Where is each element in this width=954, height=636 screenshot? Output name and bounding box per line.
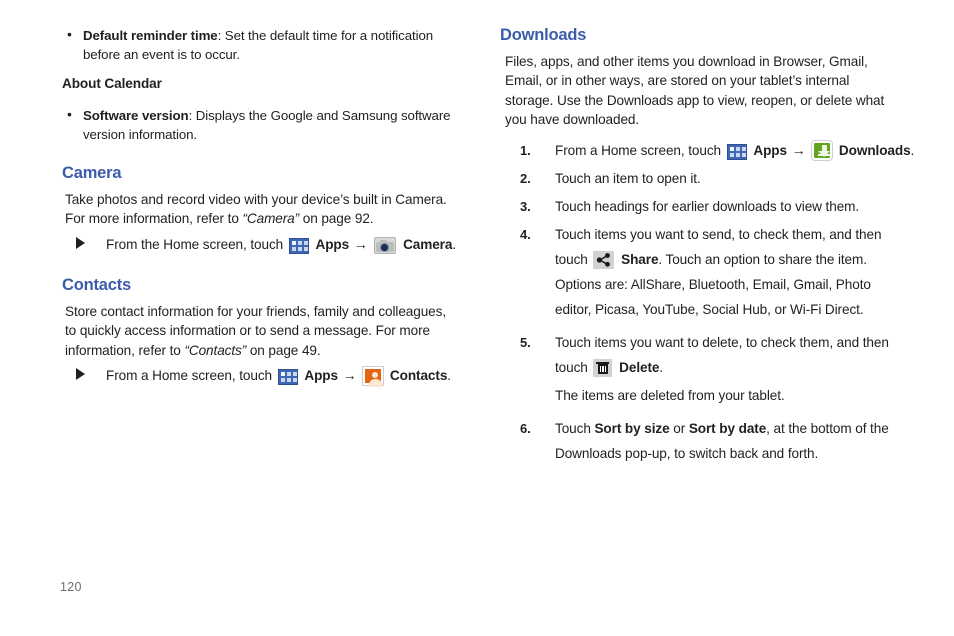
camera-step-period: .	[452, 236, 457, 252]
camera-paragraph-line2-post: on page 92.	[299, 211, 374, 227]
step-line2: Downloads pop-up, to switch back and for…	[555, 445, 819, 461]
arrow-glyph: →	[791, 141, 806, 158]
contacts-step-text: From a Home screen, touch	[106, 368, 272, 384]
contacts-paragraph-line3-post: on page 49.	[246, 342, 321, 358]
downloads-intro-line1: Files, apps, and other items you downloa…	[505, 53, 868, 69]
camera-step-text: From the Home screen, touch	[106, 236, 284, 252]
bullet-term: Default reminder time	[83, 28, 218, 43]
camera-step: From the Home screen, touch Apps → Camer…	[62, 234, 466, 255]
about-calendar-heading: About Calendar	[62, 76, 162, 91]
section-heading-downloads: Downloads	[500, 26, 587, 44]
sort-by-date-label: Sort by date	[688, 420, 767, 436]
delete-trash-icon[interactable]	[593, 358, 613, 377]
step-text: From a Home screen, touch	[555, 142, 721, 158]
downloads-step-2: 2. Touch an item to open it.	[500, 166, 920, 191]
contacts-paragraph-line1: Store contact information for your frien…	[65, 303, 447, 319]
step-number: 2.	[520, 170, 531, 186]
step-line1: Touch items you want to send, to check t…	[555, 226, 882, 242]
page-number: 120	[60, 580, 82, 594]
step-line1-post: , at the bottom of the	[766, 420, 889, 436]
triangle-bullet-icon	[76, 368, 85, 381]
apps-label: Apps	[753, 142, 787, 158]
arrow-glyph: →	[342, 367, 357, 384]
downloads-intro-line3: storage. Use the Downloads app to view, …	[505, 92, 885, 108]
camera-paragraph-line2-pre: For more information, refer to	[65, 211, 243, 227]
downloads-app-icon[interactable]	[811, 139, 834, 161]
sort-by-size-label: Sort by size	[594, 420, 670, 436]
step-text: Touch headings for earlier downloads to …	[555, 198, 860, 214]
step-number: 6.	[520, 420, 531, 436]
contacts-paragraph: Store contact information for your frien…	[65, 302, 466, 361]
apps-grid-icon[interactable]	[726, 143, 747, 160]
left-column: Default reminder time: Set the default t…	[62, 25, 466, 387]
share-icon[interactable]	[593, 250, 615, 269]
contacts-step-period: .	[447, 368, 451, 384]
step-line2-post: .	[659, 359, 664, 375]
apps-label: Apps	[304, 368, 338, 384]
step-line2-pre: touch	[555, 359, 588, 375]
camera-app-icon[interactable]	[374, 236, 397, 254]
apps-label: Apps	[315, 236, 350, 252]
section-heading-contacts: Contacts	[62, 275, 131, 294]
step-number: 3.	[520, 198, 531, 214]
downloads-app-label: Downloads	[838, 142, 911, 158]
camera-app-label: Camera	[403, 236, 453, 252]
camera-paragraph-line1: Take photos and record video with your d…	[65, 191, 447, 207]
downloads-intro-line4: you have downloaded.	[505, 112, 640, 128]
contacts-app-label: Contacts	[389, 368, 448, 384]
step-line4: editor, Picasa, YouTube, Social Hub, or …	[555, 301, 864, 317]
downloads-intro-line2: Email, or in other ways, are stored on y…	[505, 73, 850, 89]
downloads-step-5: 5. Touch items you want to delete, to ch…	[500, 330, 920, 380]
arrow-glyph: →	[353, 235, 368, 252]
downloads-step-4: 4. Touch items you want to send, to chec…	[500, 222, 920, 322]
downloads-step-1: 1. From a Home screen, touch Apps → Down…	[500, 138, 920, 163]
bullet-software-version: Software version: Displays the Google an…	[62, 105, 466, 144]
step-number: 1.	[520, 142, 531, 158]
downloads-step-3: 3. Touch headings for earlier downloads …	[500, 194, 920, 219]
step-line3: Options are: AllShare, Bluetooth, Email,…	[555, 276, 871, 292]
downloads-intro: Files, apps, and other items you downloa…	[505, 52, 920, 130]
step-line1-pre: Touch	[555, 420, 595, 436]
step-line1-mid: or	[669, 420, 689, 436]
apps-grid-icon[interactable]	[288, 237, 309, 254]
step-number: 4.	[520, 226, 531, 242]
camera-paragraph: Take photos and record video with your d…	[65, 190, 466, 229]
camera-reference: “Camera”	[242, 211, 300, 227]
step-line2-post: . Touch an option to share the item.	[658, 251, 867, 267]
apps-grid-icon[interactable]	[277, 369, 298, 386]
contacts-paragraph-line3-pre: information, refer to	[65, 342, 185, 358]
step-line1: Touch items you want to delete, to check…	[555, 334, 889, 350]
step-period: .	[910, 142, 915, 158]
manual-page: Default reminder time: Set the default t…	[0, 0, 954, 636]
contacts-reference: “Contacts”	[184, 342, 247, 358]
triangle-bullet-icon	[76, 236, 85, 249]
step-text: Touch an item to open it.	[555, 170, 701, 186]
contacts-step: From a Home screen, touch Apps → Contact…	[62, 365, 466, 387]
section-heading-camera: Camera	[62, 164, 122, 182]
share-label: Share	[621, 251, 659, 267]
contacts-app-icon[interactable]	[362, 366, 385, 387]
downloads-step-5-note: The items are deleted from your tablet.	[555, 387, 785, 403]
downloads-step-6: 6. Touch Sort by size or Sort by date, a…	[500, 416, 920, 466]
share-glyph	[597, 253, 611, 267]
contacts-paragraph-line2: to quickly access information or to send…	[65, 323, 430, 339]
step-line2-pre: touch	[555, 251, 588, 267]
right-column: Downloads Files, apps, and other items y…	[500, 26, 920, 469]
step-number: 5.	[520, 334, 531, 350]
delete-label: Delete	[619, 359, 660, 375]
bullet-term: Software version	[83, 108, 189, 123]
bullet-default-reminder-time: Default reminder time: Set the default t…	[62, 25, 466, 64]
